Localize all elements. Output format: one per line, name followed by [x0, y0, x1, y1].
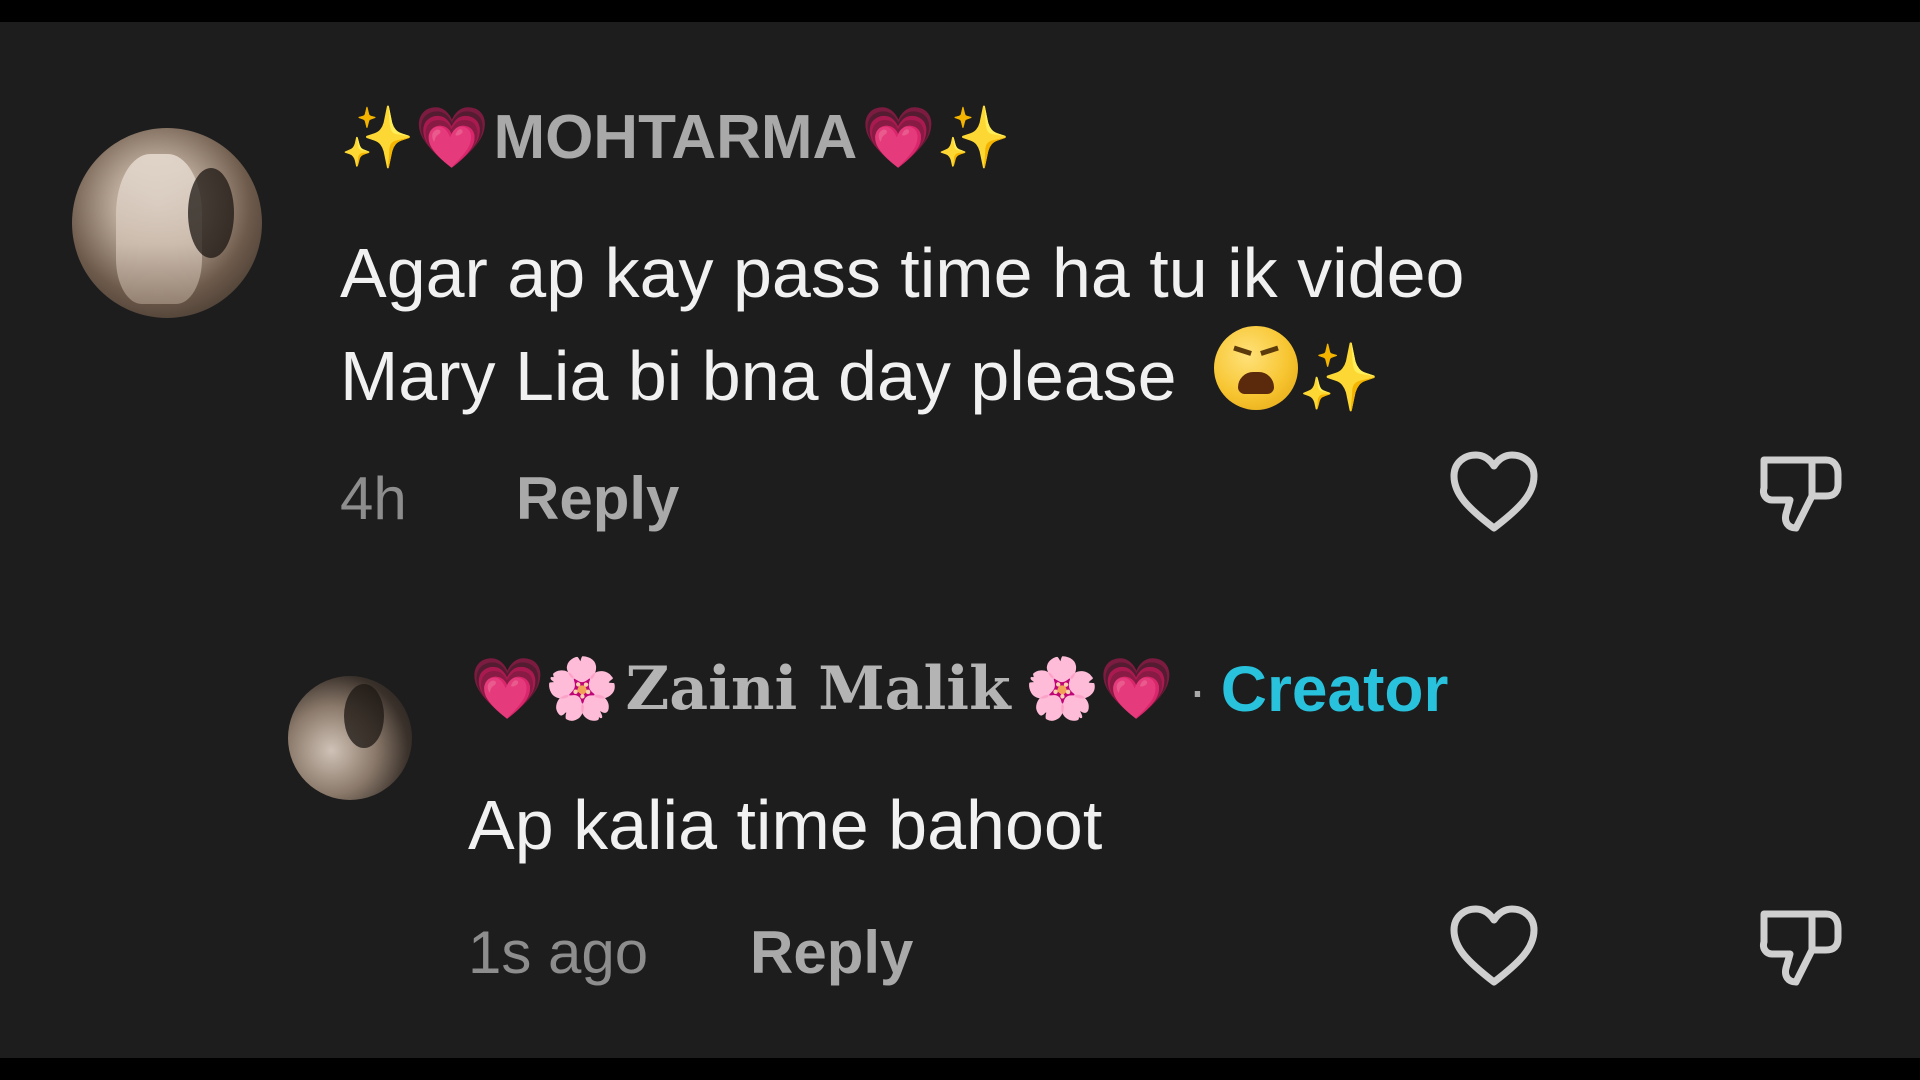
creator-badge: Creator: [1220, 653, 1449, 725]
screen: ✨ 💗 MOHTARMA 💗 ✨ Agar ap kay pass time h…: [0, 0, 1920, 1080]
separator-dot: ·: [1188, 657, 1207, 721]
tired-face-emoji-icon: [1214, 326, 1299, 410]
username-text: Zaini Malik: [625, 654, 1011, 724]
heart-emoji-icon: 💗: [1099, 655, 1175, 722]
username[interactable]: ✨ 💗 MOHTARMA 💗 ✨: [340, 102, 1011, 173]
heart-emoji-icon: 💗: [414, 103, 490, 171]
reply-button[interactable]: Reply: [516, 464, 679, 533]
comment-text: Agar ap kay pass time ha tu ik video Mar…: [340, 222, 1464, 429]
comment-text-line: Ap kalia time bahoot: [468, 786, 1103, 864]
username[interactable]: 💗 🌸 Zaini Malik 🌸 💗 · Creator: [470, 652, 1448, 726]
cherry-blossom-icon: 🌸: [1024, 655, 1100, 722]
username-text: MOHTARMA: [493, 103, 858, 172]
comments-panel: ✨ 💗 MOHTARMA 💗 ✨ Agar ap kay pass time h…: [0, 22, 1920, 1058]
comment-text-line: Agar ap kay pass time ha tu ik video: [340, 234, 1465, 312]
like-button[interactable]: [1446, 898, 1542, 994]
avatar[interactable]: [72, 128, 262, 318]
heart-icon: [1450, 905, 1538, 986]
comment-text-line: Mary Lia bi bna day please: [340, 337, 1177, 415]
thumbs-down-icon: [1760, 910, 1842, 986]
sparkle-icon: ✨: [1298, 340, 1381, 414]
like-button[interactable]: [1446, 444, 1542, 540]
timestamp: 4h: [340, 465, 407, 532]
heart-emoji-icon: 💗: [861, 103, 937, 171]
cherry-blossom-icon: 🌸: [544, 655, 620, 722]
thumbs-down-icon: [1760, 456, 1842, 532]
dislike-button[interactable]: [1752, 444, 1848, 540]
avatar[interactable]: [288, 676, 412, 800]
comment-text: Ap kalia time bahoot: [468, 774, 1102, 877]
heart-emoji-icon: 💗: [470, 655, 545, 722]
sparkle-icon: ✨: [936, 103, 1011, 171]
heart-icon: [1450, 451, 1538, 532]
dislike-button[interactable]: [1752, 898, 1848, 994]
comment-text-line-with-emoji: Mary Lia bi bna day please ✨: [340, 325, 1464, 429]
reply-button[interactable]: Reply: [750, 918, 913, 987]
sparkle-icon: ✨: [340, 103, 415, 171]
timestamp: 1s ago: [468, 919, 649, 986]
